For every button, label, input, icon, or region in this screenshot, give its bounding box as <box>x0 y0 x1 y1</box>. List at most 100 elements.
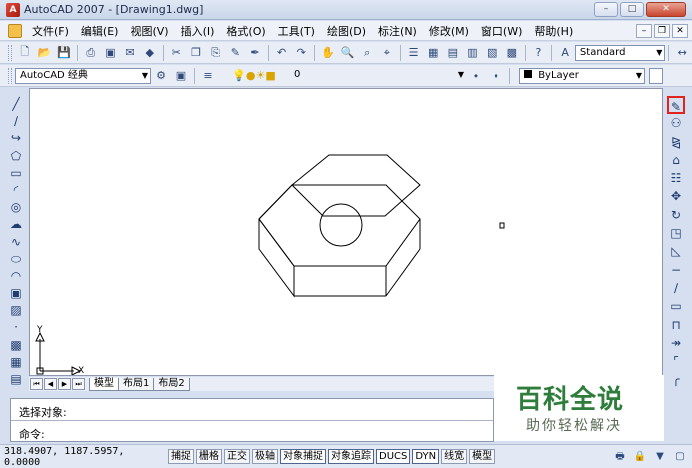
publish-icon[interactable]: ✉ <box>121 44 139 62</box>
ellipse-arc-icon[interactable]: ◠ <box>7 268 25 285</box>
osnap-toggle[interactable]: 对象捕捉 <box>280 449 326 464</box>
layer-select[interactable]: 0 ▼ <box>290 68 466 84</box>
array-icon[interactable]: ☷ <box>667 169 685 187</box>
linetype-select[interactable] <box>649 67 663 84</box>
ortho-toggle[interactable]: 正交 <box>224 449 250 464</box>
document-icon[interactable] <box>8 23 22 38</box>
command-window[interactable]: 选择对象: 命令: <box>10 398 494 442</box>
arc-icon[interactable]: ◜ <box>7 182 25 199</box>
calculator-icon[interactable]: ▩ <box>503 44 521 62</box>
doc-minimize-button[interactable]: – <box>636 24 652 38</box>
fillet-icon[interactable]: ╭ <box>667 370 685 388</box>
stretch-icon[interactable]: ◺ <box>667 242 685 260</box>
design-center-icon[interactable]: ▦ <box>424 44 442 62</box>
clean-screen-icon[interactable]: ▢ <box>672 449 688 465</box>
menu-modify[interactable]: 修改(M) <box>423 23 475 39</box>
make-block-icon[interactable]: ▨ <box>7 302 25 319</box>
snap-toggle[interactable]: 捕捉 <box>168 449 194 464</box>
paste-icon[interactable]: ⎘ <box>207 44 225 62</box>
menu-dimension[interactable]: 标注(N) <box>372 23 423 39</box>
doc-restore-button[interactable]: ❐ <box>654 24 670 38</box>
layer-previous-icon[interactable]: ⬪ <box>487 67 505 85</box>
last-tab-button[interactable]: ⏭ <box>72 378 85 390</box>
copy-icon[interactable]: ⚇ <box>667 114 685 132</box>
save-workspace-icon[interactable]: ▣ <box>172 67 190 85</box>
dyn-toggle[interactable]: DYN <box>412 449 440 464</box>
new-icon[interactable]: 🗋 <box>16 44 34 62</box>
block-editor-icon[interactable]: ✒ <box>246 44 264 62</box>
hatch-icon[interactable]: ▩ <box>7 337 25 354</box>
first-tab-button[interactable]: ⏮ <box>30 378 43 390</box>
lineweight-toggle[interactable]: 线宽 <box>441 449 468 464</box>
ducs-toggle[interactable]: DUCS <box>376 449 411 464</box>
minimize-button[interactable]: – <box>594 2 618 17</box>
help-icon[interactable]: ? <box>530 44 548 62</box>
make-current-layer-icon[interactable]: ⬩ <box>467 67 485 85</box>
coordinate-readout[interactable]: 318.4907, 1187.5957, 0.0000 <box>4 446 166 468</box>
doc-close-button[interactable]: ✕ <box>672 24 688 38</box>
model-space-toggle[interactable]: 模型 <box>469 449 496 464</box>
menu-tools[interactable]: 工具(T) <box>272 23 321 39</box>
print-icon[interactable]: ⎙ <box>82 44 100 62</box>
table-icon[interactable]: ▤ <box>7 371 25 388</box>
sheet-set-icon[interactable]: ▥ <box>464 44 482 62</box>
next-tab-button[interactable]: ▶ <box>58 378 71 390</box>
extend-icon[interactable]: ∕ <box>667 279 685 297</box>
cut-icon[interactable]: ✂ <box>168 44 186 62</box>
break-icon[interactable]: ▭ <box>667 297 685 315</box>
construction-line-icon[interactable]: ∕ <box>7 113 25 130</box>
close-button[interactable]: ✕ <box>646 2 686 17</box>
toolbar-grip[interactable] <box>8 67 12 84</box>
trim-icon[interactable]: − <box>667 261 685 279</box>
tool-palettes-icon[interactable]: ▤ <box>444 44 462 62</box>
color-select[interactable]: ByLayer ▼ <box>519 67 645 84</box>
layer-manager-icon[interactable]: ≡ <box>199 67 217 85</box>
move-icon[interactable]: ✥ <box>667 187 685 205</box>
markup-icon[interactable]: ▧ <box>483 44 501 62</box>
text-style-select[interactable]: Standard ▼ <box>574 44 666 61</box>
ellipse-icon[interactable]: ⬭ <box>7 251 25 268</box>
menu-draw[interactable]: 绘图(D) <box>321 23 372 39</box>
workspace-settings-icon[interactable]: ⚙ <box>152 67 170 85</box>
join-icon[interactable]: ↠ <box>667 334 685 352</box>
rotate-icon[interactable]: ↻ <box>667 206 685 224</box>
menu-view[interactable]: 视图(V) <box>124 23 174 39</box>
tab-model[interactable]: 模型 <box>89 377 119 391</box>
status-menu-arrow-icon[interactable]: ▼ <box>652 449 668 465</box>
maximize-button[interactable]: □ <box>620 2 644 17</box>
offset-icon[interactable]: ⌂ <box>667 151 685 169</box>
save-icon[interactable]: 💾 <box>55 44 73 62</box>
insert-block-icon[interactable]: ▣ <box>7 285 25 302</box>
point-icon[interactable]: · <box>7 319 25 336</box>
chamfer-icon[interactable]: ⌜ <box>667 352 685 370</box>
match-properties-icon[interactable]: ✎ <box>227 44 245 62</box>
circle-icon[interactable]: ◎ <box>7 199 25 216</box>
line-icon[interactable]: ╱ <box>7 96 25 113</box>
menu-help[interactable]: 帮助(H) <box>528 23 579 39</box>
tab-layout2[interactable]: 布局2 <box>153 377 190 391</box>
tab-layout1[interactable]: 布局1 <box>118 377 155 391</box>
zoom-window-icon[interactable]: ⌕ <box>358 44 376 62</box>
rectangle-icon[interactable]: ▭ <box>7 165 25 182</box>
menu-insert[interactable]: 插入(I) <box>175 23 221 39</box>
revision-cloud-icon[interactable]: ☁ <box>7 216 25 233</box>
zoom-realtime-icon[interactable]: 🔍 <box>339 44 357 62</box>
copy-clip-icon[interactable]: ❐ <box>187 44 205 62</box>
drawing-area[interactable]: Y X <box>29 88 663 376</box>
erase-icon[interactable]: ✎ <box>667 96 685 115</box>
command-prompt[interactable]: 命令: <box>19 426 45 442</box>
region-icon[interactable]: ▦ <box>7 354 25 371</box>
open-icon[interactable]: 📂 <box>36 44 54 62</box>
lock-icon[interactable]: 🔒 <box>632 449 648 465</box>
annotation-scale-icon[interactable]: 🖶 <box>612 449 628 465</box>
spline-icon[interactable]: ∿ <box>7 234 25 251</box>
polyline-icon[interactable]: ↪ <box>7 130 25 147</box>
break-at-point-icon[interactable]: ⊓ <box>667 316 685 334</box>
workspace-select[interactable]: AutoCAD 经典 ▼ <box>15 67 151 84</box>
pan-icon[interactable]: ✋ <box>319 44 337 62</box>
otrack-toggle[interactable]: 对象追踪 <box>328 449 374 464</box>
print-preview-icon[interactable]: ▣ <box>102 44 120 62</box>
menu-format[interactable]: 格式(O) <box>220 23 271 39</box>
polar-toggle[interactable]: 极轴 <box>252 449 278 464</box>
toolbar-grip[interactable] <box>8 44 12 61</box>
